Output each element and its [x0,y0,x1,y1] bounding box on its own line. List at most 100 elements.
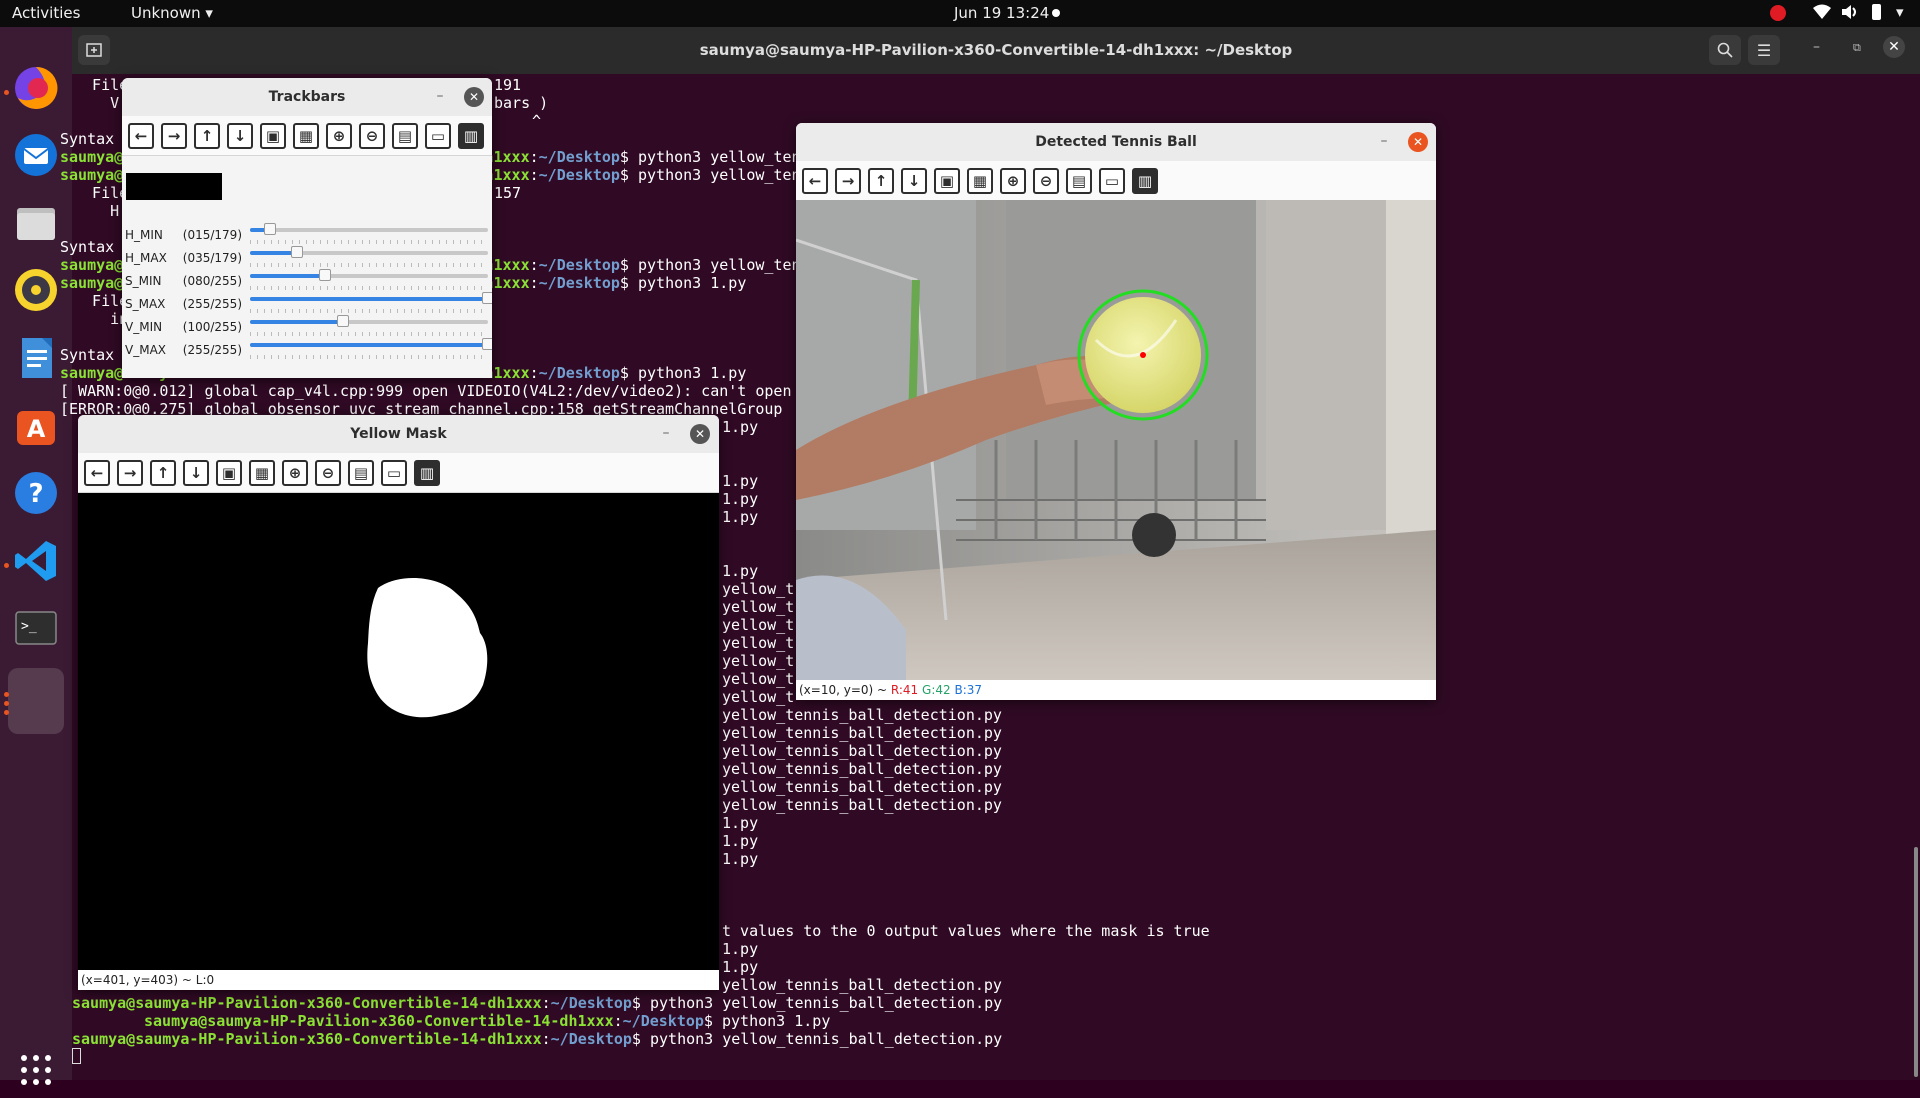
zoom-out-button[interactable]: ⊖ [359,123,385,149]
zoom-fit-button[interactable]: ▦ [967,168,993,194]
zoom-original-button[interactable]: ▣ [934,168,960,194]
zoom-out-button[interactable]: ⊖ [315,460,341,486]
copy-clipboard-button[interactable]: ▭ [381,460,407,486]
close-button[interactable]: ✕ [690,424,710,444]
trackbar-slider[interactable] [250,292,492,304]
pan-left-button[interactable]: ← [84,460,110,486]
trackbar-ticks [250,240,488,244]
prompt-path: ~/Desktop [538,256,620,274]
trackbar-handle[interactable] [290,246,303,258]
zoom-fit-button[interactable]: ▦ [249,460,275,486]
rhythmbox-icon[interactable] [8,262,64,318]
prompt-path: ~/Desktop [538,364,620,382]
hamburger-menu-button[interactable]: ☰ [1748,35,1780,65]
save-image-button[interactable]: ▤ [392,123,418,149]
minimize-button[interactable]: – [1813,39,1820,55]
running-indicator-icon [4,692,9,697]
minimize-button[interactable]: – [1374,131,1394,151]
trackbar-slider[interactable] [250,338,492,350]
pan-up-button[interactable]: ↑ [150,460,176,486]
prompt-user: saumya@saumya-HP-Pavilion-x360-Convertib… [72,994,542,1012]
firefox-icon[interactable] [8,60,64,116]
copy-clipboard-button[interactable]: ▭ [425,123,451,149]
zoom-in-button[interactable]: ⊕ [1000,168,1026,194]
app-menu[interactable]: Unknown ▾ [131,4,213,22]
clock[interactable]: Jun 19 13:24 [954,4,1049,22]
save-image-button[interactable]: ▤ [348,460,374,486]
dock: A ? >_ [0,27,72,1085]
pan-down-button[interactable]: ↓ [901,168,927,194]
zoom-original-icon: ▣ [939,172,955,190]
prompt-line: saumya@saumya-HP-Pavilion-x360-Convertib… [72,994,1003,1012]
zoom-fit-icon: ▦ [298,127,314,145]
trackbar-handle[interactable] [482,338,492,350]
svg-text:A: A [27,415,46,443]
camera-frame[interactable] [796,200,1436,680]
trackbar-handle[interactable] [337,315,350,327]
trackbar-handle[interactable] [482,292,492,304]
zoom-original-button[interactable]: ▣ [260,123,286,149]
trackbar-handle[interactable] [263,223,276,235]
power-menu-icon[interactable]: ▾ [1896,3,1904,21]
battery-icon[interactable] [1872,4,1881,20]
pan-up-button[interactable]: ↑ [868,168,894,194]
zoom-out-button[interactable]: ⊖ [1033,168,1059,194]
properties-button[interactable]: ▥ [414,460,440,486]
terminal-line: yellow_tennis_ball_detection.py [722,976,1002,994]
opencv-window-icon[interactable] [8,668,64,734]
save-image-button[interactable]: ▤ [1066,168,1092,194]
mask-image[interactable] [78,493,719,970]
show-applications-icon[interactable] [8,1042,64,1098]
trackbar-handle[interactable] [318,269,331,281]
activities-button[interactable]: Activities [12,4,80,22]
software-center-icon[interactable]: A [8,397,64,453]
properties-button[interactable]: ▥ [1132,168,1158,194]
close-button[interactable]: ✕ [1408,132,1428,152]
pan-right-button[interactable]: → [835,168,861,194]
pan-right-button[interactable]: → [117,460,143,486]
trackbar-slider[interactable] [250,223,488,235]
terminal-icon[interactable]: >_ [8,600,64,656]
zoom-in-icon: ⊕ [1006,172,1020,190]
terminal-scrollbar[interactable] [1914,847,1918,1077]
pan-right-button[interactable]: → [161,123,187,149]
do-not-disturb-icon[interactable] [1770,5,1786,21]
zoom-original-button[interactable]: ▣ [216,460,242,486]
help-icon[interactable]: ? [8,465,64,521]
red-value: R:41 [890,683,919,697]
zoom-fit-button[interactable]: ▦ [293,123,319,149]
trackbar-h-min: H_MIN (015/179) [122,223,492,247]
libreoffice-writer-icon[interactable] [8,330,64,386]
copy-clipboard-button[interactable]: ▭ [1099,168,1125,194]
files-icon[interactable] [8,195,64,251]
pan-left-button[interactable]: ← [128,123,154,149]
zoom-in-button[interactable]: ⊕ [326,123,352,149]
trackbar-slider[interactable] [250,269,488,281]
minimize-button[interactable]: – [430,86,450,106]
trackbar-slider[interactable] [250,246,488,258]
pan-down-button[interactable]: ↓ [183,460,209,486]
pan-down-button[interactable]: ↓ [227,123,253,149]
terminal-line: 1.py [722,508,759,526]
search-button[interactable] [1709,35,1741,65]
pan-up-button[interactable]: ↑ [194,123,220,149]
close-button[interactable]: ✕ [464,87,484,107]
thunderbird-icon[interactable] [8,127,64,183]
zoom-in-button[interactable]: ⊕ [282,460,308,486]
volume-icon[interactable] [1840,3,1860,25]
pan-left-button[interactable]: ← [802,168,828,194]
close-button[interactable]: ✕ [1883,36,1905,58]
trackbar-slider[interactable] [250,315,488,327]
maximize-button[interactable]: ⧉ [1853,41,1861,55]
prompt-line: saumya@saumya-HP-Pavilion-x360-Convertib… [72,1030,1003,1048]
pan-down-icon: ↓ [233,127,247,145]
vscode-icon[interactable] [8,533,64,589]
pan-up-icon: ↑ [156,464,170,482]
toolbar: ← → ↑ ↓ ▣ ▦ ⊕ ⊖ ▤ ▭ ▥ [78,453,719,493]
trackbar-s-max: S_MAX (255/255) [122,292,492,316]
wifi-icon[interactable] [1812,3,1832,25]
properties-button[interactable]: ▥ [458,123,484,149]
terminal-line: 1.py [722,850,759,868]
terminal-line: 157 [494,184,522,202]
minimize-button[interactable]: – [656,423,676,443]
